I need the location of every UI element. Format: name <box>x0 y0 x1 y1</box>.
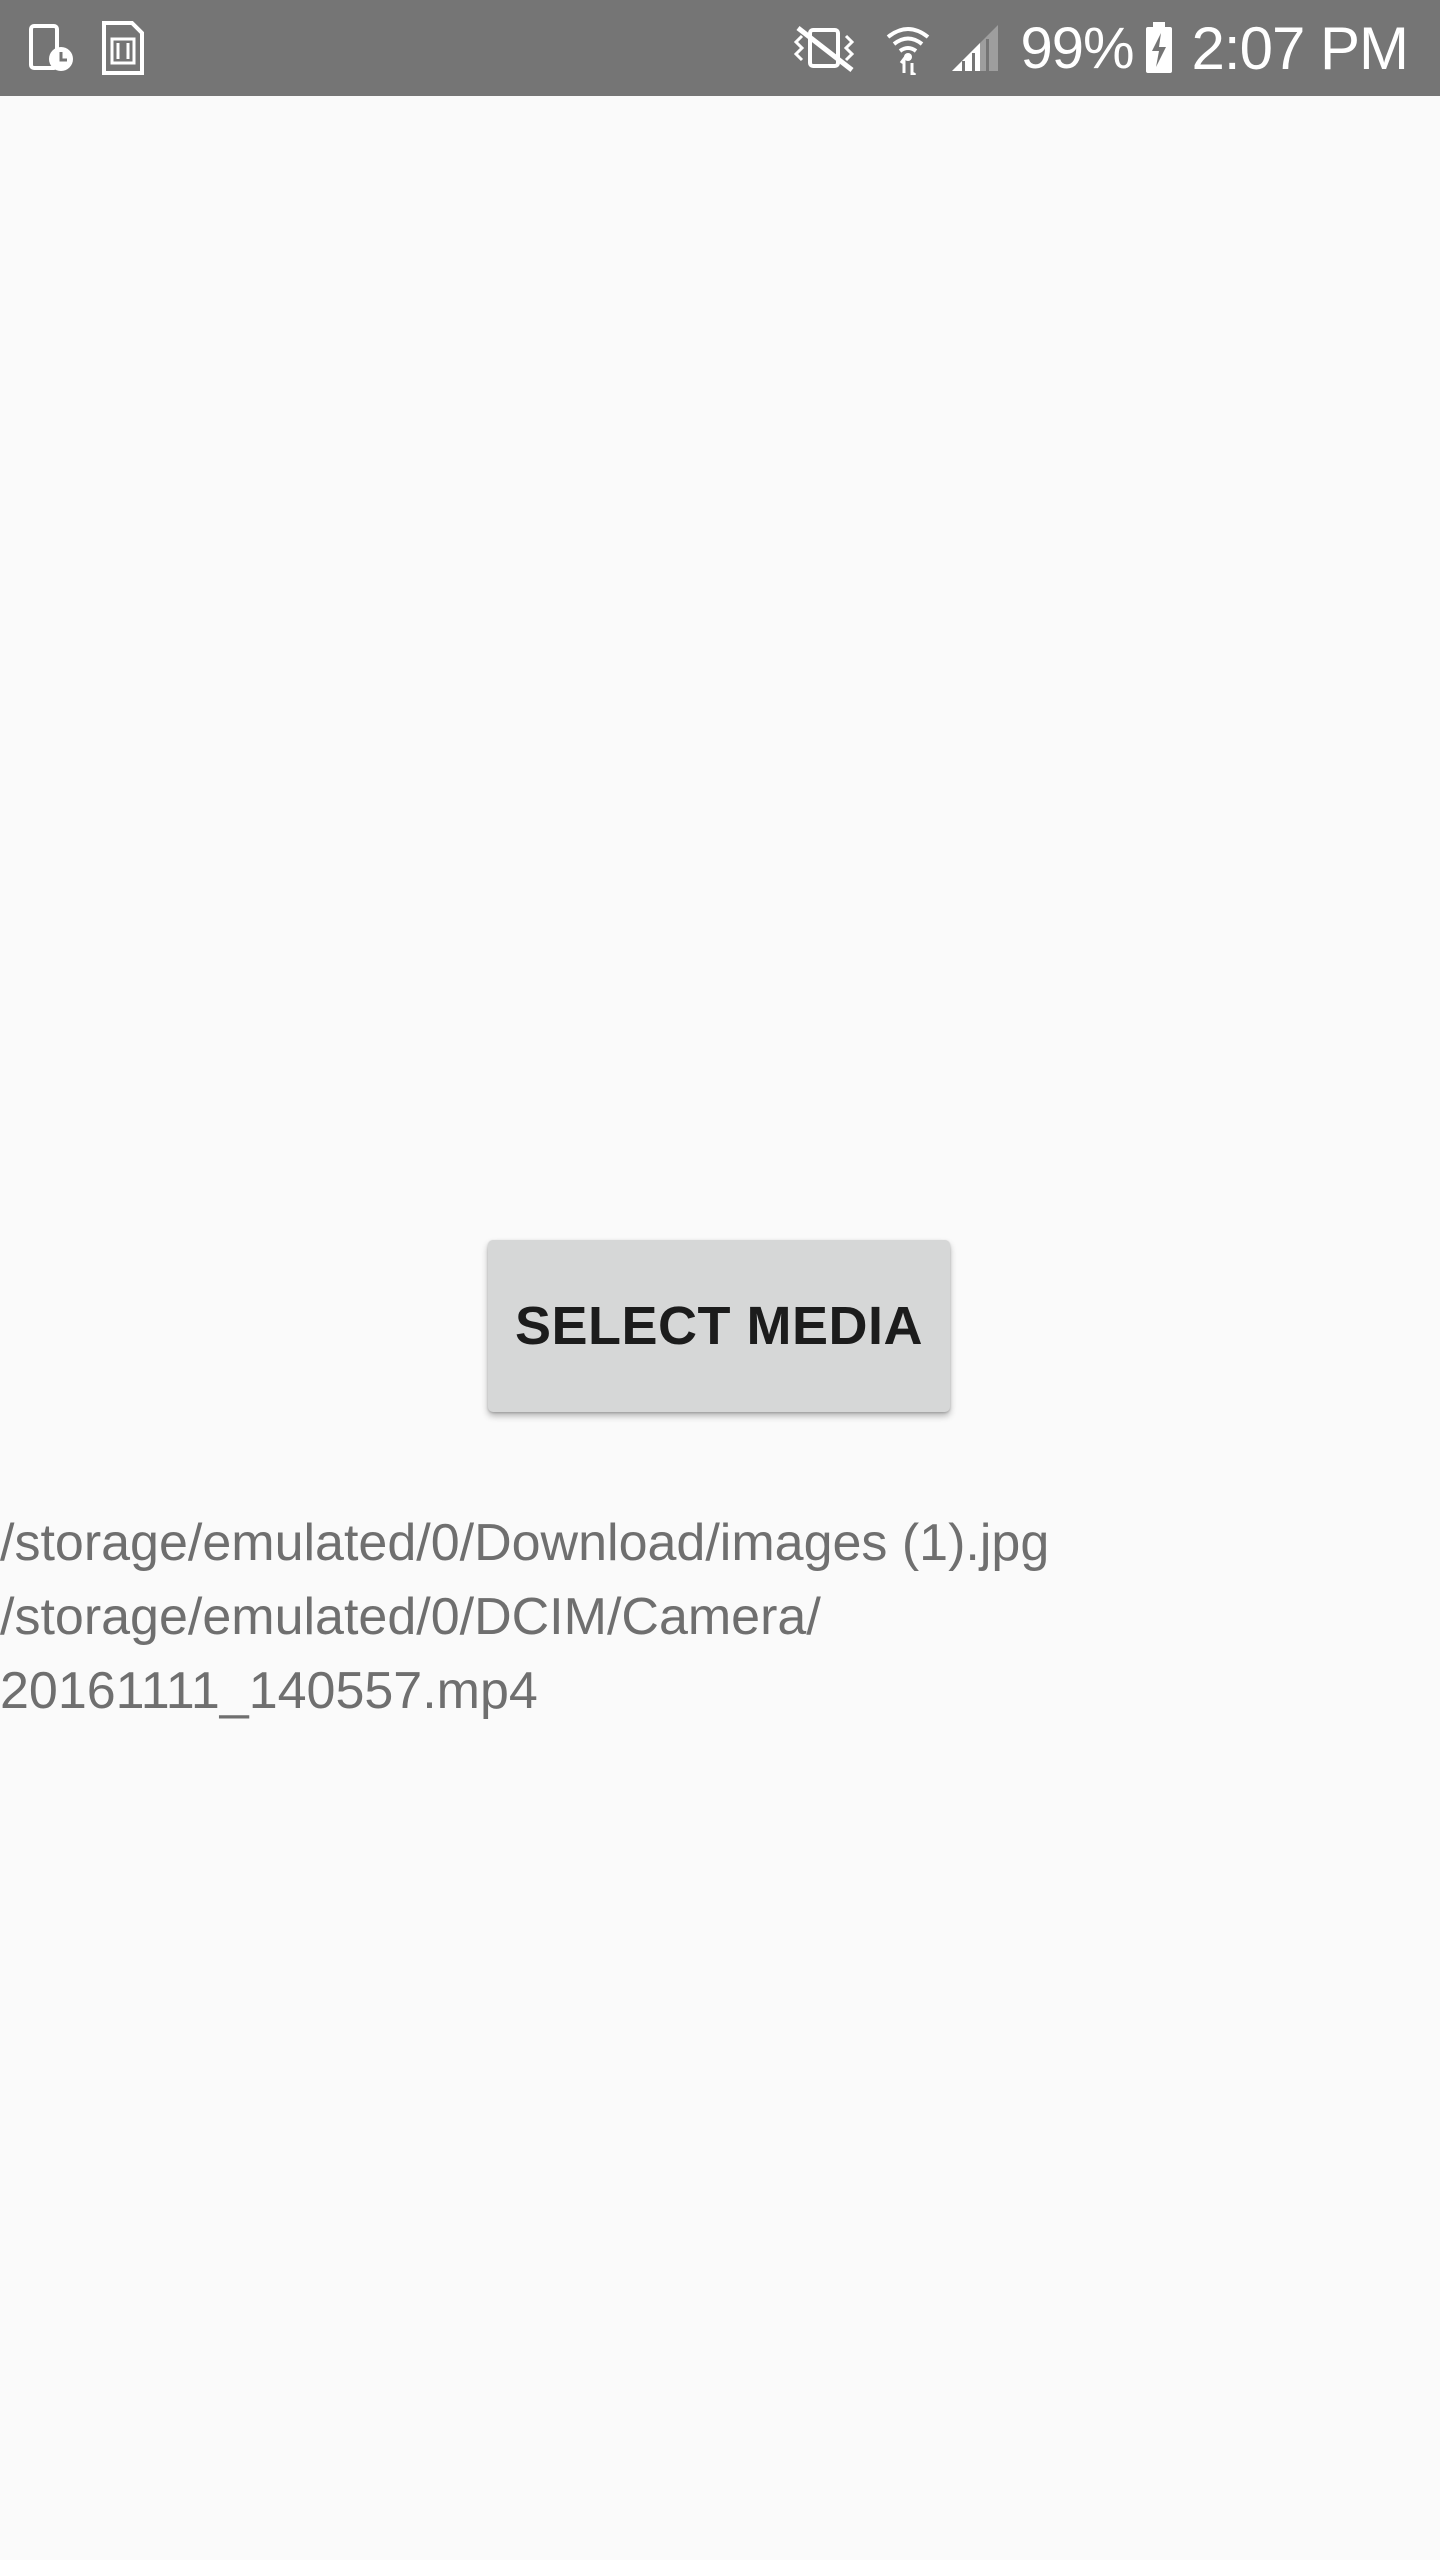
screenshot-clock-icon <box>28 22 76 74</box>
selected-path-line: 20161111_140557.mp4 <box>0 1662 538 1720</box>
main-content: SELECT MEDIA /storage/emulated/0/Downloa… <box>0 96 1440 2560</box>
battery-percent: 99% <box>1020 15 1134 81</box>
status-bar-left <box>28 18 146 78</box>
battery-charging-icon <box>1144 21 1174 75</box>
wifi-icon <box>884 21 932 75</box>
selected-path-line: /storage/emulated/0/DCIM/Camera/ <box>0 1588 821 1646</box>
selected-paths-list: /storage/emulated/0/Download/images (1).… <box>0 1506 1420 1728</box>
status-bar: 99% 2:07 PM <box>0 0 1440 96</box>
status-bar-right: 99% 2:07 PM <box>786 0 1409 96</box>
selected-path-line: /storage/emulated/0/Download/images (1).… <box>0 1514 1050 1572</box>
vibrate-mute-icon <box>786 22 862 74</box>
select-media-button[interactable]: SELECT MEDIA <box>488 1240 950 1412</box>
clock: 2:07 PM <box>1191 14 1409 82</box>
signal-icon <box>950 23 1000 73</box>
sd-card-icon <box>98 21 146 75</box>
